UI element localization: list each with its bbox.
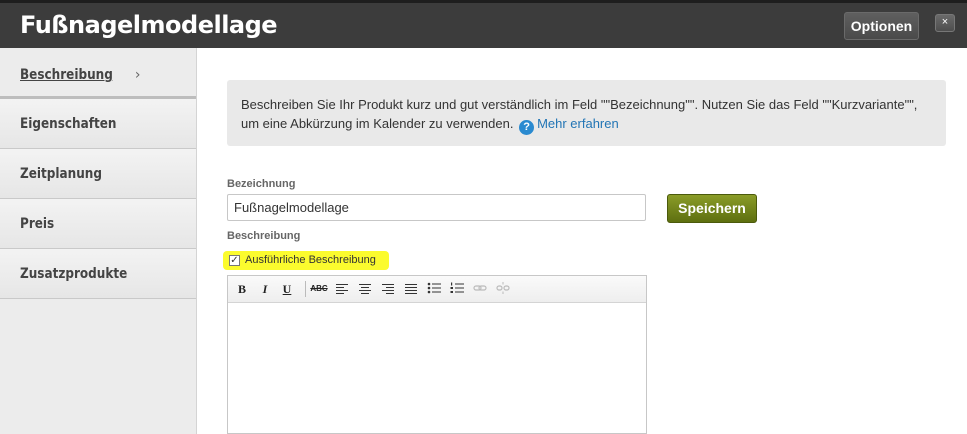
bold-icon[interactable]: B bbox=[233, 281, 251, 297]
info-text-line2: um eine Abkürzung im Kalender zu verwend… bbox=[241, 116, 514, 131]
sidebar-item-label: Preis bbox=[20, 216, 55, 232]
editor-text-area[interactable] bbox=[228, 303, 646, 434]
options-button[interactable]: Optionen bbox=[844, 12, 919, 40]
detailed-description-checkbox[interactable]: ✓ bbox=[229, 255, 240, 266]
info-text-line1: Beschreiben Sie Ihr Produkt kurz und gut… bbox=[241, 97, 918, 112]
sidebar-item-preis[interactable]: Preis bbox=[0, 199, 196, 249]
rich-text-editor: B I U ABC bbox=[227, 275, 647, 434]
align-justify-icon[interactable] bbox=[402, 281, 420, 297]
italic-icon[interactable]: I bbox=[256, 281, 274, 297]
description-label: Beschreibung bbox=[227, 230, 301, 242]
sidebar: Beschreibung › Eigenschaften Zeitplanung… bbox=[0, 48, 197, 434]
toolbar-divider bbox=[305, 281, 306, 297]
header-bar: Fußnagelmodellage Optionen × bbox=[0, 0, 967, 48]
learn-more-link[interactable]: Mehr erfahren bbox=[537, 116, 619, 131]
main-content: Beschreiben Sie Ihr Produkt kurz und gut… bbox=[197, 48, 967, 434]
link-icon[interactable] bbox=[471, 281, 489, 297]
page-title: Fußnagelmodellage bbox=[20, 11, 278, 39]
align-right-icon[interactable] bbox=[379, 281, 397, 297]
sidebar-item-eigenschaften[interactable]: Eigenschaften bbox=[0, 99, 196, 149]
chevron-right-icon: › bbox=[134, 67, 141, 83]
name-label: Bezeichnung bbox=[227, 178, 296, 190]
unlink-icon[interactable] bbox=[494, 281, 512, 297]
bullet-list-icon[interactable] bbox=[425, 281, 443, 297]
sidebar-item-label: Eigenschaften bbox=[20, 116, 117, 132]
align-center-icon[interactable] bbox=[356, 281, 374, 297]
strikethrough-icon[interactable]: ABC bbox=[309, 281, 329, 297]
sidebar-item-label: Zusatzprodukte bbox=[20, 266, 128, 282]
close-button[interactable]: × bbox=[935, 14, 955, 32]
sidebar-item-zusatzprodukte[interactable]: Zusatzprodukte bbox=[0, 249, 196, 299]
sidebar-item-beschreibung[interactable]: Beschreibung › bbox=[0, 48, 196, 99]
numbered-list-icon[interactable] bbox=[448, 281, 466, 297]
detailed-description-label: Ausführliche Beschreibung bbox=[245, 254, 376, 266]
save-button[interactable]: Speichern bbox=[667, 194, 757, 223]
editor-toolbar: B I U ABC bbox=[228, 276, 646, 303]
name-input[interactable] bbox=[227, 194, 646, 221]
sidebar-item-label: Zeitplanung bbox=[20, 166, 102, 182]
help-icon[interactable]: ? bbox=[519, 120, 535, 135]
sidebar-item-label: Beschreibung bbox=[20, 67, 113, 83]
sidebar-item-zeitplanung[interactable]: Zeitplanung bbox=[0, 149, 196, 199]
info-box: Beschreiben Sie Ihr Produkt kurz und gut… bbox=[227, 80, 946, 146]
align-left-icon[interactable] bbox=[333, 281, 351, 297]
underline-icon[interactable]: U bbox=[278, 281, 296, 297]
